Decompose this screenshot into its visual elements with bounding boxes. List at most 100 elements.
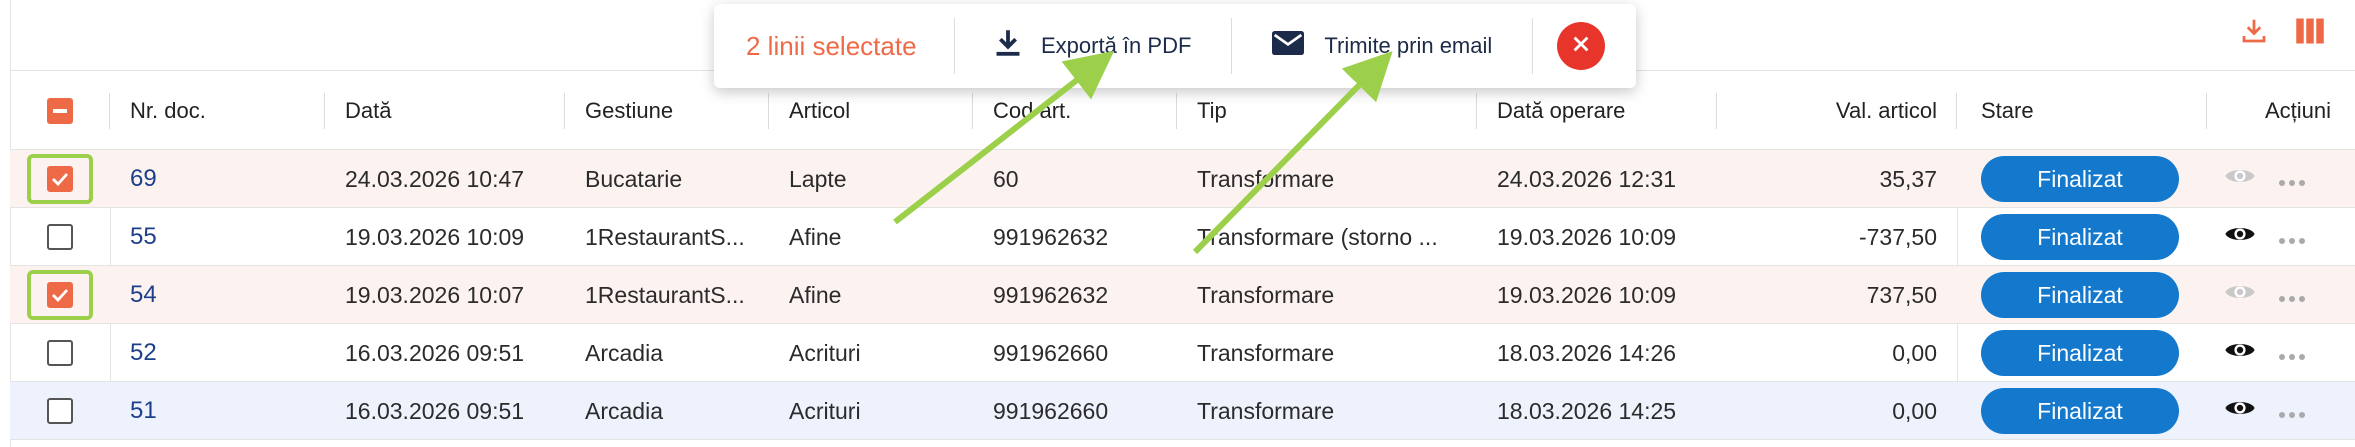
cell-actiuni — [2224, 266, 2334, 324]
cell-data: 16.03.2026 09:51 — [345, 397, 525, 424]
cell-gestiune: Bucatarie — [585, 165, 683, 192]
cell-data-operare: 18.03.2026 14:25 — [1497, 397, 1677, 424]
cell-articol: Acrituri — [789, 339, 861, 366]
row-checkbox[interactable] — [47, 282, 73, 308]
more-icon[interactable] — [2278, 398, 2306, 425]
cell-stare: Finalizat — [1970, 150, 2190, 208]
download-icon[interactable] — [2237, 14, 2271, 48]
row-checkbox[interactable] — [47, 166, 73, 192]
cell-actiuni — [2224, 382, 2334, 440]
col-gestiune-label: Gestiune — [585, 98, 674, 123]
close-icon — [1572, 35, 1590, 58]
table-top-actions — [2237, 14, 2327, 48]
select-all-checkbox[interactable] — [47, 98, 73, 124]
more-icon[interactable] — [2278, 224, 2306, 251]
cell-articol: Lapte — [789, 165, 847, 192]
row-checkbox-wrap — [27, 328, 93, 378]
more-icon[interactable] — [2278, 282, 2306, 309]
cell-nr-doc[interactable]: 54 — [130, 266, 157, 324]
col-data[interactable]: Dată — [325, 71, 565, 151]
row-select-cell — [10, 266, 110, 324]
cell-articol: Afine — [789, 281, 842, 308]
cell-val-articol: 737,50 — [1866, 281, 1937, 308]
col-articol-label: Articol — [789, 98, 851, 123]
row-select-cell — [10, 324, 110, 382]
row-checkbox-wrap — [27, 386, 93, 436]
cell-stare: Finalizat — [1970, 208, 2190, 266]
cell-nr-doc[interactable]: 51 — [130, 382, 157, 440]
col-actiuni-label: Acțiuni — [2264, 98, 2331, 123]
cell-data: 16.03.2026 09:51 — [345, 339, 525, 366]
email-icon — [1272, 31, 1305, 61]
cell-gestiune: 1RestaurantS... — [585, 223, 745, 250]
status-badge[interactable]: Finalizat — [1981, 214, 2179, 260]
cell-data-operare: 24.03.2026 12:31 — [1497, 165, 1677, 192]
export-pdf-label: Exportă în PDF — [1041, 33, 1192, 58]
cell-nr-doc[interactable]: 52 — [130, 324, 157, 382]
table-row[interactable]: 51 16.03.2026 09:51 Arcadia Acrituri 991… — [10, 382, 2355, 440]
cell-gestiune: 1RestaurantS... — [585, 281, 745, 308]
selection-toolbar: 2 linii selectate Exportă în PDF Trimite… — [714, 4, 1636, 88]
cell-stare: Finalizat — [1970, 324, 2190, 382]
close-selection-button[interactable] — [1557, 22, 1606, 70]
cell-cod-art: 991962632 — [993, 281, 1109, 308]
selected-count: 2 linii selectate — [746, 30, 917, 61]
status-badge[interactable]: Finalizat — [1981, 156, 2179, 202]
col-nr-doc[interactable]: Nr. doc. — [110, 71, 325, 151]
eye-icon[interactable] — [2224, 223, 2256, 251]
table-row[interactable]: 54 19.03.2026 10:07 1RestaurantS... Afin… — [10, 266, 2355, 324]
eye-icon[interactable] — [2224, 165, 2256, 193]
col-stare-label: Stare — [1981, 98, 2034, 123]
cell-val-articol: 35,37 — [1879, 165, 1937, 192]
row-select-cell — [10, 150, 110, 208]
eye-icon[interactable] — [2224, 281, 2256, 309]
cell-gestiune: Arcadia — [585, 397, 663, 424]
cell-val-articol: 0,00 — [1892, 397, 1937, 424]
status-badge[interactable]: Finalizat — [1981, 330, 2179, 376]
cell-nr-doc[interactable]: 69 — [130, 150, 157, 208]
export-pdf-button[interactable]: Exportă în PDF — [955, 4, 1231, 88]
cell-tip: Transformare — [1197, 165, 1335, 192]
send-email-label: Trimite prin email — [1324, 33, 1493, 58]
cell-actiuni — [2224, 208, 2334, 266]
cell-tip: Transformare — [1197, 397, 1335, 424]
table-row[interactable]: 52 16.03.2026 09:51 Arcadia Acrituri 991… — [10, 324, 2355, 382]
col-data-operare-label: Dată operare — [1497, 98, 1626, 123]
cell-actiuni — [2224, 324, 2334, 382]
toolbar-divider — [1532, 18, 1534, 74]
status-badge[interactable]: Finalizat — [1981, 272, 2179, 318]
cell-tip: Transformare — [1197, 339, 1335, 366]
cell-stare: Finalizat — [1970, 266, 2190, 324]
columns-icon[interactable] — [2293, 14, 2327, 48]
table-row[interactable]: 55 19.03.2026 10:09 1RestaurantS... Afin… — [10, 208, 2355, 266]
row-checkbox[interactable] — [47, 224, 73, 250]
row-checkbox[interactable] — [47, 340, 73, 366]
col-stare[interactable]: Stare — [1957, 71, 2207, 151]
status-badge[interactable]: Finalizat — [1981, 388, 2179, 434]
row-checkbox-wrap — [27, 154, 93, 204]
row-checkbox-wrap — [27, 212, 93, 262]
download-icon — [995, 29, 1021, 63]
cell-data-operare: 19.03.2026 10:09 — [1497, 223, 1677, 250]
eye-icon[interactable] — [2224, 397, 2256, 425]
cell-cod-art: 991962660 — [993, 339, 1109, 366]
cell-cod-art: 991962660 — [993, 397, 1109, 424]
cell-nr-doc[interactable]: 55 — [130, 208, 157, 266]
col-val-articol-label: Val. articol — [1835, 98, 1937, 123]
table-row[interactable]: 69 24.03.2026 10:47 Bucatarie Lapte 60 T… — [10, 150, 2355, 208]
more-icon[interactable] — [2278, 166, 2306, 193]
more-icon[interactable] — [2278, 340, 2306, 367]
cell-cod-art: 60 — [993, 165, 1019, 192]
eye-icon[interactable] — [2224, 339, 2256, 367]
table-body: 69 24.03.2026 10:47 Bucatarie Lapte 60 T… — [10, 150, 2355, 440]
cell-stare: Finalizat — [1970, 382, 2190, 440]
cell-articol: Afine — [789, 223, 842, 250]
documents-table: Nr. doc. Dată Gestiune Articol Cod art. … — [10, 70, 2355, 440]
row-select-cell — [10, 208, 110, 266]
col-val-articol[interactable]: Val. articol — [1717, 71, 1957, 151]
col-nr-doc-label: Nr. doc. — [130, 98, 206, 123]
send-email-button[interactable]: Trimite prin email — [1232, 4, 1532, 88]
cell-gestiune: Arcadia — [585, 339, 663, 366]
row-select-cell — [10, 382, 110, 440]
row-checkbox[interactable] — [47, 398, 73, 424]
